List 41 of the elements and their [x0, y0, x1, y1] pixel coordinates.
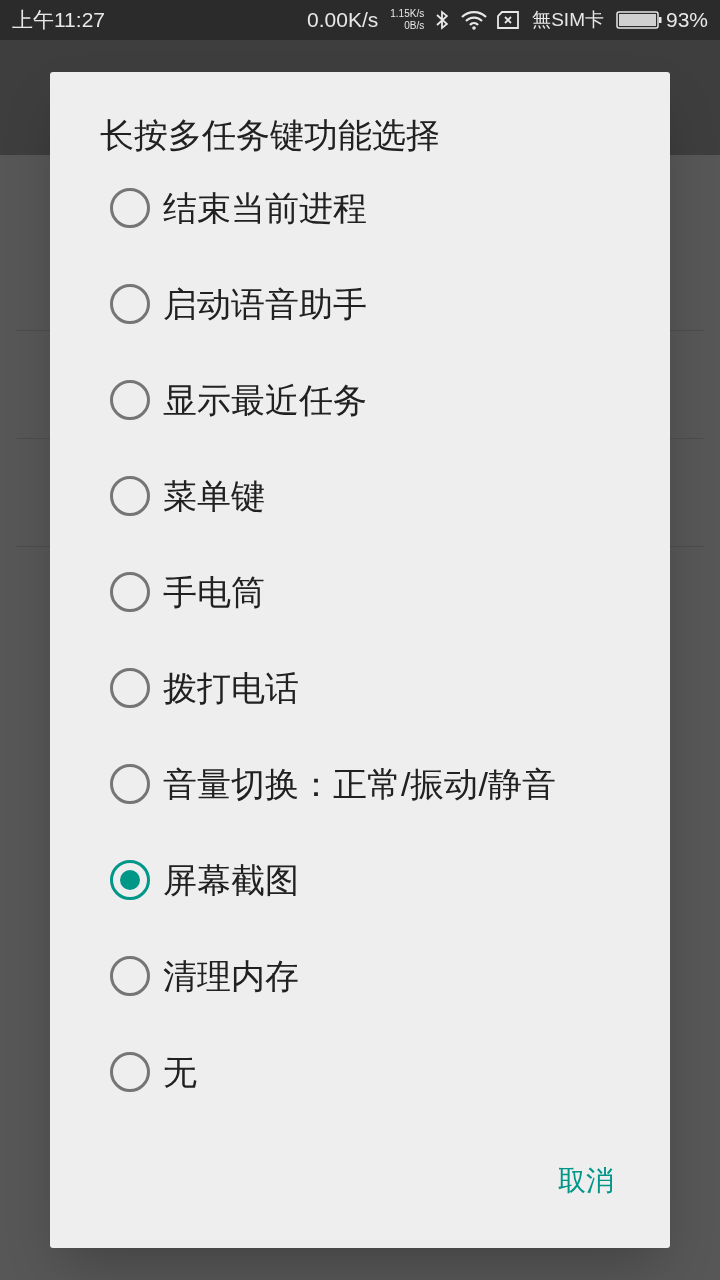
option-label: 无 — [163, 1051, 197, 1093]
radio-unselected[interactable] — [110, 188, 150, 228]
radio-option[interactable]: 显示最近任务 — [50, 352, 670, 448]
option-label: 启动语音助手 — [163, 283, 367, 325]
upload-speed: 1.15K/s — [390, 8, 425, 20]
bluetooth-icon — [436, 10, 449, 30]
radio-option[interactable]: 屏幕截图 — [50, 832, 670, 928]
radio-option[interactable]: 手电筒 — [50, 544, 670, 640]
radio-unselected[interactable] — [110, 572, 150, 612]
radio-unselected[interactable] — [110, 284, 150, 324]
radio-unselected[interactable] — [110, 476, 150, 516]
radio-unselected[interactable] — [110, 1052, 150, 1092]
radio-option[interactable]: 无 — [50, 1024, 670, 1120]
radio-unselected[interactable] — [110, 380, 150, 420]
radio-option[interactable]: 拨打电话 — [50, 640, 670, 736]
sim-status: 無SIM卡 — [532, 7, 604, 32]
dialog-title: 长按多任务键功能选择 — [100, 115, 441, 156]
option-label: 屏幕截图 — [163, 859, 299, 901]
radio-option[interactable]: 清理内存 — [50, 928, 670, 1024]
option-label: 菜单键 — [163, 475, 265, 517]
option-label: 结束当前进程 — [163, 187, 367, 229]
option-label: 音量切换：正常/振动/静音 — [163, 763, 556, 805]
battery-percent: 93% — [665, 7, 708, 34]
radio-option[interactable]: 启动语音助手 — [50, 256, 670, 352]
option-label: 手电筒 — [163, 571, 265, 613]
clock: 上午11:27 — [12, 7, 105, 34]
radio-unselected[interactable] — [110, 764, 150, 804]
radio-option[interactable]: 菜单键 — [50, 448, 670, 544]
radio-unselected[interactable] — [110, 956, 150, 996]
radio-option[interactable]: 音量切换：正常/振动/静音 — [50, 736, 670, 832]
radio-option[interactable]: 结束当前进程 — [50, 160, 670, 256]
battery-icon — [615, 11, 662, 29]
option-label: 清理内存 — [163, 955, 299, 997]
radio-unselected[interactable] — [110, 668, 150, 708]
wifi-icon — [460, 10, 489, 30]
option-label: 显示最近任务 — [163, 379, 367, 421]
option-label: 拨打电话 — [163, 667, 299, 709]
radio-selected[interactable] — [110, 860, 150, 900]
download-speed: 0B/s — [404, 20, 425, 32]
network-speed: 0.00K/s — [307, 7, 379, 34]
no-sim-icon — [496, 10, 521, 30]
